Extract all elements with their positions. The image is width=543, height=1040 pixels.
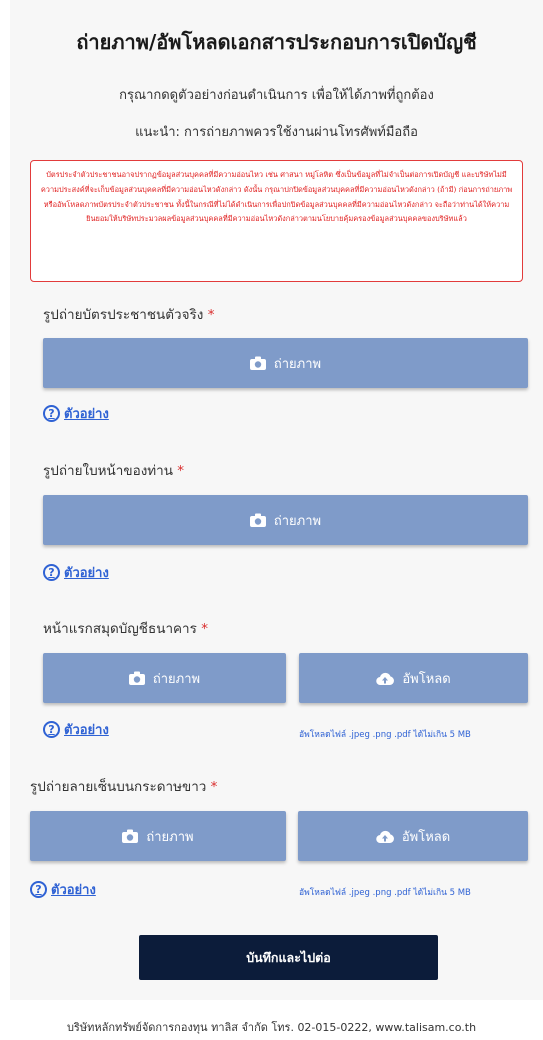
id-card-capture-button[interactable]: ถ่ายภาพ — [43, 338, 528, 388]
question-circle-icon: ? — [43, 405, 60, 422]
bank-book-file-hint: อัพโหลดไฟล์ .jpeg .png .pdf ได้ไม่เกิน 5… — [299, 730, 471, 740]
sensitive-data-warning: บัตรประจำตัวประชาชนอาจปรากฏข้อมูลส่วนบุค… — [30, 160, 523, 282]
upload-label: อัพโหลด — [401, 829, 451, 845]
signature-label: รูปถ่ายลายเซ็นบนกระดาษขาว * — [30, 779, 218, 795]
example-label: ตัวอย่าง — [64, 723, 109, 738]
capture-label: ถ่ายภาพ — [273, 356, 322, 372]
company-footer: บริษัทหลักทรัพย์จัดการกองทุน ทาลิส จำกัด… — [66, 1021, 477, 1034]
id-card-label: รูปถ่ายบัตรประชาชนตัวจริง * — [43, 307, 215, 323]
cloud-upload-icon — [376, 672, 395, 685]
instruction-text: กรุณากดดูตัวอย่างก่อนดำเนินการ เพื่อให้ไ… — [119, 88, 434, 103]
id-card-example-link[interactable]: ? ตัวอย่าง — [43, 403, 109, 424]
signature-file-hint: อัพโหลดไฟล์ .jpeg .png .pdf ได้ไม่เกิน 5… — [299, 888, 471, 898]
question-circle-icon: ? — [43, 721, 60, 738]
camera-icon — [249, 356, 266, 370]
bank-book-example-link[interactable]: ? ตัวอย่าง — [43, 719, 109, 740]
camera-icon — [122, 829, 139, 843]
bank-book-label: หน้าแรกสมุดบัญชีธนาคาร * — [43, 621, 208, 637]
question-circle-icon: ? — [43, 564, 60, 581]
recommendation-text: แนะนำ: การถ่ายภาพควรใช้งานผ่านโทรศัพท์มื… — [135, 125, 418, 140]
signature-capture-button[interactable]: ถ่ายภาพ — [30, 811, 286, 861]
bank-book-capture-button[interactable]: ถ่ายภาพ — [43, 653, 286, 703]
upload-label: อัพโหลด — [402, 671, 451, 687]
example-label: ตัวอย่าง — [64, 566, 109, 581]
question-circle-icon: ? — [30, 881, 47, 898]
camera-icon — [128, 671, 145, 685]
signature-example-link[interactable]: ? ตัวอย่าง — [30, 879, 96, 900]
cloud-upload-icon — [376, 830, 394, 843]
page-title: ถ่ายภาพ/อัพโหลดเอกสารประกอบการเปิดบัญชี — [76, 30, 477, 54]
camera-icon — [249, 513, 266, 527]
bank-book-upload-button[interactable]: อัพโหลด — [299, 653, 528, 703]
capture-label: ถ่ายภาพ — [273, 513, 322, 529]
face-photo-label: รูปถ่ายใบหน้าของท่าน * — [43, 463, 185, 479]
capture-label: ถ่ายภาพ — [146, 829, 194, 845]
example-label: ตัวอย่าง — [51, 883, 96, 898]
face-photo-capture-button[interactable]: ถ่ายภาพ — [43, 495, 528, 545]
save-and-continue-button[interactable]: บันทึกและไปต่อ — [139, 935, 438, 980]
example-label: ตัวอย่าง — [64, 407, 109, 422]
signature-upload-button[interactable]: อัพโหลด — [298, 811, 528, 861]
capture-label: ถ่ายภาพ — [152, 671, 201, 687]
document-upload-card: ถ่ายภาพ/อัพโหลดเอกสารประกอบการเปิดบัญชี … — [10, 0, 543, 1000]
face-photo-example-link[interactable]: ? ตัวอย่าง — [43, 562, 109, 583]
warning-text: บัตรประจำตัวประชาชนอาจปรากฏข้อมูลส่วนบุค… — [40, 170, 513, 224]
